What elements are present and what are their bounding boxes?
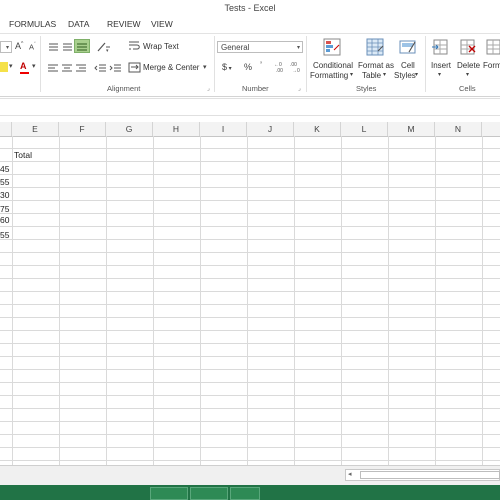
delete-cells-icon bbox=[460, 39, 476, 55]
format-as-table-icon bbox=[366, 38, 384, 56]
align-bottom-icon bbox=[77, 43, 87, 51]
column-header[interactable]: N bbox=[435, 122, 482, 136]
ribbon-tabs: FORMULAS DATA REVIEW VIEW bbox=[0, 16, 500, 33]
chevron-down-icon[interactable]: ▾ bbox=[9, 62, 13, 70]
column-header[interactable]: L bbox=[341, 122, 388, 136]
align-right-icon[interactable] bbox=[75, 63, 87, 73]
chevron-down-icon: ▾ bbox=[438, 72, 442, 78]
chevron-down-icon: ▾ bbox=[466, 72, 470, 78]
number-format-value: General bbox=[221, 43, 250, 52]
chevron-down-icon: ▾ bbox=[415, 72, 419, 78]
tab-formulas[interactable]: FORMULAS bbox=[9, 19, 56, 29]
formula-bar[interactable] bbox=[0, 98, 500, 116]
column-header-bar: E F G H I J K L M N bbox=[0, 122, 500, 137]
group-separator bbox=[40, 36, 41, 92]
shrink-font-button[interactable]: Aˇ bbox=[29, 42, 36, 52]
tab-view[interactable]: VIEW bbox=[151, 19, 173, 29]
decrease-indent-icon[interactable] bbox=[94, 63, 107, 73]
dialog-launcher-icon[interactable]: ⌟ bbox=[298, 85, 301, 92]
increase-decimal-icon[interactable]: ←0.00 bbox=[274, 61, 287, 73]
merge-center-icon bbox=[128, 62, 141, 73]
conditional-formatting-label-2: Formatting bbox=[310, 71, 349, 80]
column-header[interactable]: E bbox=[12, 122, 59, 136]
conditional-formatting-label-1: Conditional bbox=[313, 61, 354, 70]
format-cells-icon bbox=[486, 39, 500, 55]
cell-styles-label-2: Styles bbox=[394, 71, 416, 80]
cell-value[interactable]: 55 bbox=[0, 230, 9, 240]
tab-review[interactable]: REVIEW bbox=[107, 19, 141, 29]
orientation-icon[interactable]: ▾ bbox=[96, 41, 112, 53]
fill-color-icon[interactable] bbox=[0, 62, 8, 72]
wrap-text-button[interactable]: Wrap Text bbox=[143, 42, 179, 51]
column-header[interactable]: K bbox=[294, 122, 341, 136]
chevron-down-icon: ▾ bbox=[350, 72, 354, 78]
column-header[interactable]: I bbox=[200, 122, 247, 136]
format-as-table-label-2: Table bbox=[362, 71, 382, 80]
currency-button[interactable]: $ ▾ bbox=[222, 62, 232, 72]
dialog-launcher-icon[interactable]: ⌟ bbox=[207, 85, 210, 92]
cell-styles-icon bbox=[399, 40, 416, 54]
svg-text:→0: →0 bbox=[292, 68, 300, 73]
insert-label: Insert bbox=[431, 61, 452, 70]
format-as-table-label-1: Format as bbox=[358, 61, 395, 70]
merge-center-button[interactable]: Merge & Center bbox=[143, 63, 199, 72]
window-title: Tests - Excel bbox=[224, 3, 276, 13]
increase-indent-icon[interactable] bbox=[109, 63, 122, 73]
group-separator bbox=[425, 36, 426, 92]
align-top-icon[interactable] bbox=[48, 42, 59, 52]
chevron-down-icon[interactable]: ▾ bbox=[203, 63, 207, 71]
decrease-decimal-icon[interactable]: .00→0 bbox=[290, 61, 303, 73]
column-header[interactable]: H bbox=[153, 122, 200, 136]
group-separator bbox=[214, 36, 215, 92]
number-group-label: Number bbox=[242, 84, 269, 93]
format-label: Form bbox=[483, 61, 500, 70]
delete-label: Delete bbox=[457, 61, 481, 70]
worksheet-grid[interactable] bbox=[0, 136, 500, 465]
styles-group-label: Styles bbox=[356, 84, 377, 93]
chevron-down-icon: ▾ bbox=[5, 45, 9, 51]
cells-group-label: Cells bbox=[459, 84, 476, 93]
conditional-formatting-icon bbox=[323, 38, 341, 56]
cell-value[interactable]: 75 bbox=[0, 204, 9, 214]
scrollbar-thumb[interactable] bbox=[360, 471, 500, 479]
scroll-left-icon[interactable]: ◂ bbox=[348, 470, 352, 478]
align-middle-icon[interactable] bbox=[62, 42, 73, 52]
svg-text:.00: .00 bbox=[276, 68, 283, 73]
ribbon: ▾ A^ Aˇ ▾ A ▾ ▾ Wrap Text Merge & Center… bbox=[0, 33, 500, 97]
cell-value[interactable]: 45 bbox=[0, 164, 9, 174]
group-separator bbox=[306, 36, 307, 92]
cell-value[interactable]: 60 bbox=[0, 215, 9, 225]
column-header[interactable]: M bbox=[388, 122, 435, 136]
percent-button[interactable]: % bbox=[244, 62, 252, 72]
insert-cells-icon bbox=[432, 39, 448, 55]
svg-text:▾: ▾ bbox=[106, 48, 109, 53]
chevron-down-icon[interactable]: ▾ bbox=[32, 62, 36, 70]
grow-font-button[interactable]: A^ bbox=[15, 41, 23, 51]
column-header[interactable]: J bbox=[247, 122, 294, 136]
alignment-group-label: Alignment bbox=[107, 84, 141, 93]
cell-total-header[interactable]: Total bbox=[14, 150, 32, 160]
status-bar-control[interactable] bbox=[150, 487, 188, 500]
column-header[interactable]: G bbox=[106, 122, 153, 136]
wrap-text-icon bbox=[129, 41, 140, 50]
number-format-combo[interactable]: General ▾ bbox=[217, 41, 303, 53]
status-bar-control[interactable] bbox=[230, 487, 260, 500]
status-bar-control[interactable] bbox=[190, 487, 228, 500]
cell-styles-label-1: Cell bbox=[401, 61, 415, 70]
font-color-icon[interactable]: A bbox=[20, 61, 27, 71]
chevron-down-icon: ▾ bbox=[383, 72, 387, 78]
cell-value[interactable]: 55 bbox=[0, 177, 9, 187]
align-left-icon[interactable] bbox=[47, 63, 59, 73]
font-color-swatch bbox=[20, 72, 29, 74]
font-size-combo[interactable]: ▾ bbox=[0, 41, 12, 53]
column-header[interactable]: F bbox=[59, 122, 106, 136]
align-bottom-button[interactable] bbox=[74, 39, 90, 53]
column-header-partial[interactable] bbox=[482, 122, 500, 136]
tab-data[interactable]: DATA bbox=[68, 19, 89, 29]
column-header-d-partial[interactable] bbox=[0, 122, 12, 136]
comma-style-button[interactable]: ’ bbox=[260, 60, 262, 70]
align-center-icon[interactable] bbox=[61, 63, 73, 73]
chevron-down-icon: ▾ bbox=[296, 45, 300, 51]
cell-value[interactable]: 30 bbox=[0, 190, 9, 200]
